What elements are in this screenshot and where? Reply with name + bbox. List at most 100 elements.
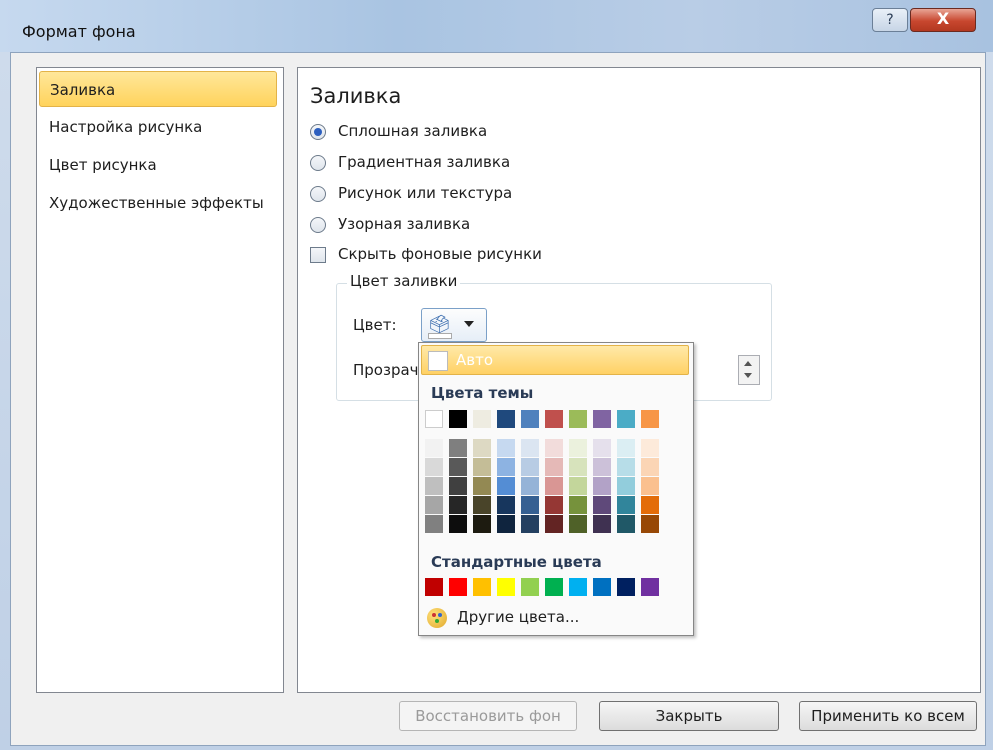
- sidebar-item-picture-color[interactable]: Цвет рисунка: [39, 147, 277, 183]
- theme-shade-swatch[interactable]: [641, 458, 659, 476]
- theme-shade-swatch[interactable]: [449, 458, 467, 476]
- help-button[interactable]: ?: [872, 8, 908, 32]
- theme-shade-swatch[interactable]: [497, 477, 515, 495]
- sidebar-item-fill[interactable]: Заливка: [39, 71, 277, 107]
- theme-shade-swatch[interactable]: [449, 496, 467, 514]
- radio-picture-fill[interactable]: Рисунок или текстура: [310, 182, 512, 204]
- standard-color-swatch[interactable]: [641, 578, 659, 596]
- checkbox[interactable]: [310, 246, 326, 263]
- theme-shade-swatch[interactable]: [593, 439, 611, 457]
- theme-shade-swatch[interactable]: [545, 477, 563, 495]
- spin-down-icon[interactable]: [744, 373, 752, 378]
- more-colors-option[interactable]: Другие цвета...: [423, 605, 579, 629]
- reset-background-button[interactable]: Восстановить фон: [399, 701, 577, 731]
- close-button[interactable]: Закрыть: [599, 701, 779, 731]
- automatic-color-option[interactable]: Авто: [421, 345, 689, 375]
- theme-shade-swatch[interactable]: [425, 439, 443, 457]
- theme-color-swatch[interactable]: [593, 410, 611, 428]
- theme-shade-swatch[interactable]: [545, 458, 563, 476]
- standard-color-swatch[interactable]: [617, 578, 635, 596]
- theme-shade-swatch[interactable]: [617, 515, 635, 533]
- theme-color-swatch[interactable]: [473, 410, 491, 428]
- apply-to-all-button[interactable]: Применить ко всем: [799, 701, 977, 731]
- theme-shade-swatch[interactable]: [569, 458, 587, 476]
- standard-color-swatch[interactable]: [497, 578, 515, 596]
- theme-shade-swatch[interactable]: [617, 458, 635, 476]
- radio-pattern-fill[interactable]: Узорная заливка: [310, 213, 470, 235]
- theme-shade-swatch[interactable]: [641, 496, 659, 514]
- sidebar-item-picture-corrections[interactable]: Настройка рисунка: [39, 109, 277, 145]
- fill-color-dropdown-button[interactable]: 🗳: [421, 308, 487, 342]
- sidebar-item-artistic-effects[interactable]: Художественные эффекты: [39, 185, 277, 221]
- theme-shade-swatch[interactable]: [545, 515, 563, 533]
- theme-shade-swatch[interactable]: [569, 515, 587, 533]
- theme-shade-swatch[interactable]: [641, 439, 659, 457]
- standard-color-swatch[interactable]: [593, 578, 611, 596]
- radio-button-checked[interactable]: [310, 123, 326, 140]
- theme-shade-swatch[interactable]: [593, 496, 611, 514]
- theme-shade-swatch[interactable]: [449, 515, 467, 533]
- standard-color-swatch[interactable]: [449, 578, 467, 596]
- theme-shade-swatch[interactable]: [473, 439, 491, 457]
- radio-label: Узорная заливка: [338, 215, 471, 233]
- theme-shade-swatch[interactable]: [473, 458, 491, 476]
- theme-shade-swatch[interactable]: [593, 477, 611, 495]
- theme-shade-swatch[interactable]: [617, 477, 635, 495]
- theme-shade-swatch[interactable]: [425, 496, 443, 514]
- theme-shade-swatch[interactable]: [593, 458, 611, 476]
- theme-shade-swatch[interactable]: [593, 515, 611, 533]
- theme-color-swatch[interactable]: [617, 410, 635, 428]
- theme-shade-swatch[interactable]: [521, 496, 539, 514]
- theme-shade-swatch[interactable]: [569, 496, 587, 514]
- theme-shade-swatch[interactable]: [497, 439, 515, 457]
- radio-solid-fill[interactable]: Сплошная заливка: [310, 120, 487, 142]
- theme-color-swatch[interactable]: [521, 410, 539, 428]
- theme-shade-swatch[interactable]: [545, 439, 563, 457]
- section-title: Заливка: [310, 84, 402, 108]
- theme-shade-swatch[interactable]: [641, 515, 659, 533]
- theme-color-swatch[interactable]: [641, 410, 659, 428]
- theme-shade-swatch[interactable]: [449, 439, 467, 457]
- radio-button[interactable]: [310, 154, 326, 171]
- close-window-button[interactable]: X: [910, 8, 976, 32]
- theme-shade-swatch[interactable]: [521, 515, 539, 533]
- standard-color-swatch[interactable]: [425, 578, 443, 596]
- theme-shade-swatch[interactable]: [473, 477, 491, 495]
- theme-color-swatch[interactable]: [449, 410, 467, 428]
- radio-button[interactable]: [310, 216, 326, 233]
- theme-shade-swatch[interactable]: [497, 458, 515, 476]
- standard-color-swatch[interactable]: [569, 578, 587, 596]
- theme-color-swatch[interactable]: [569, 410, 587, 428]
- theme-shade-swatch[interactable]: [473, 496, 491, 514]
- standard-color-swatch[interactable]: [545, 578, 563, 596]
- theme-shade-swatch[interactable]: [641, 477, 659, 495]
- theme-shade-swatch[interactable]: [449, 477, 467, 495]
- automatic-color-swatch: [428, 351, 448, 371]
- theme-shade-swatch[interactable]: [521, 458, 539, 476]
- theme-shade-swatch[interactable]: [497, 515, 515, 533]
- theme-shade-swatch[interactable]: [569, 439, 587, 457]
- theme-shade-swatch[interactable]: [617, 439, 635, 457]
- transparency-spinner[interactable]: [738, 355, 760, 385]
- theme-color-swatch[interactable]: [425, 410, 443, 428]
- theme-shade-swatch[interactable]: [521, 477, 539, 495]
- radio-gradient-fill[interactable]: Градиентная заливка: [310, 151, 510, 173]
- theme-shade-swatch[interactable]: [545, 496, 563, 514]
- chevron-down-icon: [464, 321, 474, 327]
- theme-shade-swatch[interactable]: [473, 515, 491, 533]
- standard-color-swatch[interactable]: [473, 578, 491, 596]
- theme-shade-swatch[interactable]: [569, 477, 587, 495]
- theme-shade-swatch[interactable]: [425, 458, 443, 476]
- current-color-swatch: [428, 333, 452, 339]
- theme-shade-swatch[interactable]: [497, 496, 515, 514]
- theme-shade-swatch[interactable]: [617, 496, 635, 514]
- theme-color-swatch[interactable]: [497, 410, 515, 428]
- theme-shade-swatch[interactable]: [521, 439, 539, 457]
- spin-up-icon[interactable]: [744, 361, 752, 366]
- theme-color-swatch[interactable]: [545, 410, 563, 428]
- standard-color-swatch[interactable]: [521, 578, 539, 596]
- hide-background-checkbox[interactable]: Скрыть фоновые рисунки: [310, 243, 542, 265]
- radio-button[interactable]: [310, 185, 326, 202]
- theme-shade-swatch[interactable]: [425, 477, 443, 495]
- theme-shade-swatch[interactable]: [425, 515, 443, 533]
